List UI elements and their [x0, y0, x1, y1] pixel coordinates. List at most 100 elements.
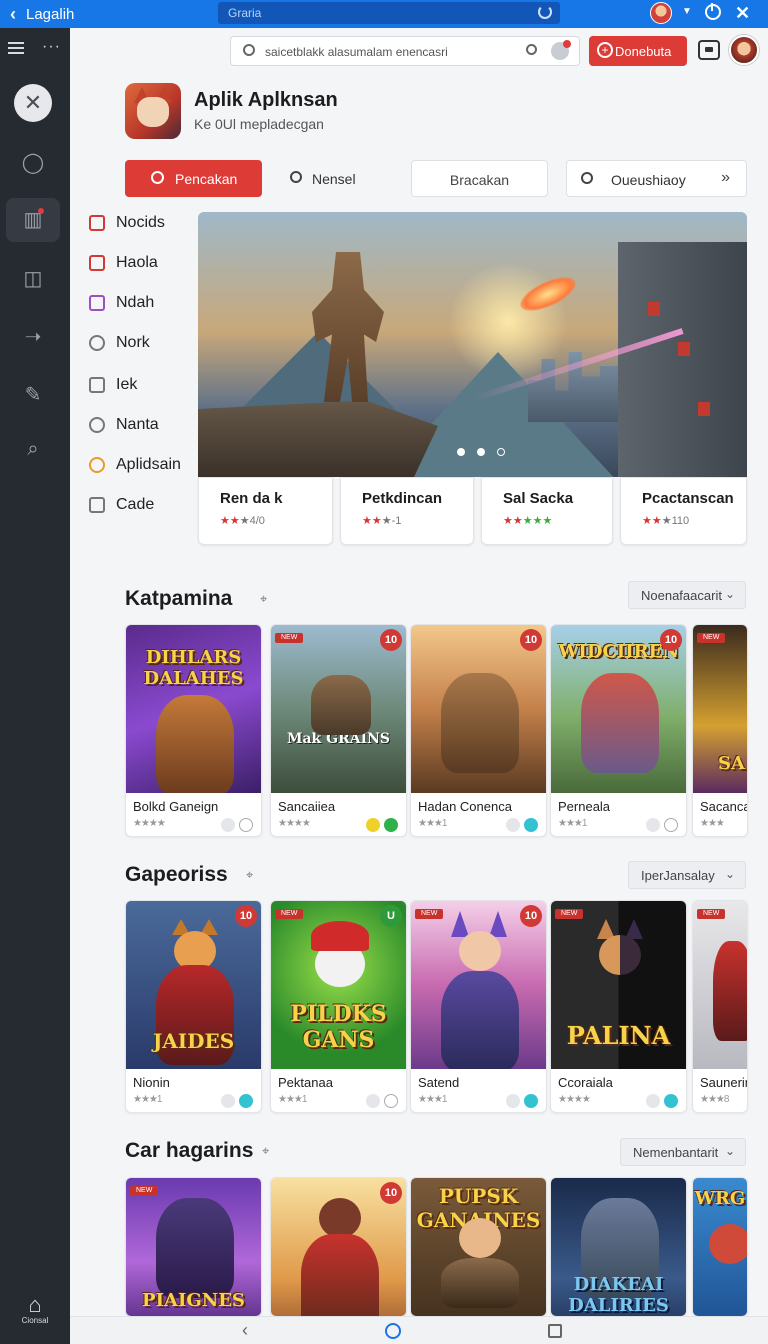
game-card[interactable]: NEW PIAIGNES: [125, 1177, 262, 1317]
checkbox-icon: [89, 497, 105, 513]
game-card[interactable]: DIHLARS DALAHES Bolkd Ganeign ★★★★: [125, 624, 262, 837]
url-bar[interactable]: Graria: [218, 2, 560, 24]
category-item[interactable]: Ndah: [88, 288, 198, 318]
featured-card-title: Ren da k: [220, 490, 283, 507]
home-icon[interactable]: [385, 1323, 401, 1339]
window-title: Lagalih: [26, 5, 75, 23]
search-input[interactable]: saicetblakk alasumalam enencasri: [230, 36, 580, 66]
share-icon[interactable]: ➝: [20, 324, 46, 350]
tab-search-label: Oueushiaoy: [611, 172, 686, 188]
close-panel-button[interactable]: ✕: [14, 84, 52, 122]
chevron-down-icon[interactable]: ▼: [682, 6, 692, 17]
section-title: Gapeoriss: [125, 863, 228, 886]
more-icon[interactable]: ···: [42, 38, 61, 56]
tab-secondary[interactable]: Nensel: [286, 160, 386, 197]
system-nav-bar: ‹: [70, 1316, 768, 1344]
tab-search[interactable]: Oueushiaoy »: [566, 160, 747, 197]
game-card[interactable]: NEW PALINA Ccoraiala ★★★★: [550, 900, 687, 1113]
sort-dropdown[interactable]: IperJansalay ⌄: [628, 861, 746, 889]
game-card[interactable]: JAIDES 10 Nionin ★★★1: [125, 900, 262, 1113]
featured-card[interactable]: Ren da k ★★★4/0: [198, 477, 333, 545]
featured-card[interactable]: Sal Sacka ★★★★★: [481, 477, 613, 545]
power-icon[interactable]: [705, 3, 721, 20]
page-title: Aplik Aplknsan: [194, 89, 338, 111]
donate-label: Donebuta: [615, 44, 672, 59]
rating: ★★★1: [133, 1094, 162, 1105]
recent-apps-icon[interactable]: [548, 1324, 562, 1338]
tab-secondary-label: Nensel: [312, 171, 356, 187]
category-item[interactable]: Nanta: [88, 410, 198, 440]
top-bar: ‹ Lagalih Graria ▼ ✕: [0, 0, 768, 28]
game-card[interactable]: NEW 10 Satend ★★★1: [410, 900, 547, 1113]
back-icon[interactable]: ‹: [242, 1320, 248, 1341]
search-placeholder: saicetblakk alasumalam enencasri: [265, 45, 448, 59]
count-badge: 10: [235, 905, 257, 927]
pin-icon[interactable]: ⌖: [260, 591, 267, 607]
featured-card-title: Pcactanscan: [642, 490, 734, 507]
sort-dropdown[interactable]: Nemenbantarit ⌄: [620, 1138, 746, 1166]
rating: ★★★110: [642, 515, 690, 527]
count-badge: 10: [660, 629, 682, 651]
home-icon: ⌂: [28, 1292, 42, 1317]
hero-banner[interactable]: [198, 212, 747, 477]
search-submit-icon[interactable]: [526, 44, 537, 55]
game-card[interactable]: NEW SA Sacanca ★★★: [692, 624, 748, 837]
category-item[interactable]: Nork: [88, 328, 198, 358]
game-card[interactable]: NEW Saunerin ★★★8: [692, 900, 748, 1113]
game-card[interactable]: WIDCIIREN 10 Perneala ★★★1: [550, 624, 687, 837]
chevron-down-icon: ⌄: [724, 1144, 735, 1158]
game-card[interactable]: PUPSK GANAINES: [410, 1177, 547, 1317]
category-item[interactable]: Iek: [88, 370, 198, 400]
featured-card[interactable]: Petkdincan ★★★-1: [340, 477, 474, 545]
game-card[interactable]: NEW Mak GRAINS 10 Sancaiiea ★★★★: [270, 624, 407, 837]
search-icon: [581, 172, 593, 184]
game-card[interactable]: DIAKEAI DALIRIES: [550, 1177, 687, 1317]
game-card[interactable]: 10 Hadan Conenca ★★★1: [410, 624, 547, 837]
back-icon[interactable]: ‹: [0, 4, 26, 25]
search-icon[interactable]: ◯: [20, 150, 46, 176]
rating: ★★★8: [700, 1094, 729, 1105]
layout-icon[interactable]: ◫: [20, 266, 46, 292]
game-card[interactable]: NEW PILDKS GANS U Pektanaa ★★★1: [270, 900, 407, 1113]
home-button[interactable]: ⌂ Cionsal: [14, 1292, 56, 1326]
section-title: Car hagarins: [125, 1139, 254, 1162]
category-item[interactable]: Cade: [88, 490, 198, 520]
section-title: Katpamina: [125, 587, 233, 610]
mail-icon: [89, 295, 105, 311]
category-item[interactable]: Haola: [88, 248, 198, 278]
chat-icon: [89, 335, 105, 351]
app-icon: [125, 83, 181, 139]
search-icon: [151, 171, 164, 184]
pin-icon[interactable]: ⌖: [262, 1143, 269, 1159]
pin-icon[interactable]: ⌖: [246, 867, 253, 883]
featured-card[interactable]: Pcactanscan ★★★110: [620, 477, 747, 545]
menu-icon[interactable]: [8, 42, 24, 54]
brush-icon[interactable]: ✎: [20, 382, 46, 408]
message-icon[interactable]: [698, 40, 720, 60]
rating: ★★★★★: [503, 515, 553, 527]
clock-icon: [89, 417, 105, 433]
sort-dropdown[interactable]: Noenafaacarit ⌄: [628, 581, 746, 609]
game-title: Sancaiiea: [278, 799, 336, 814]
donate-button[interactable]: + Donebuta: [589, 36, 687, 66]
category-item[interactable]: Nocids: [88, 208, 198, 238]
rating: ★★★1: [558, 818, 587, 829]
library-icon[interactable]: ▥: [6, 198, 60, 242]
rating: ★★★1: [278, 1094, 307, 1105]
rating: ★★★★: [133, 818, 166, 829]
game-card[interactable]: 10: [270, 1177, 407, 1317]
close-icon[interactable]: ✕: [735, 3, 750, 24]
notification-icon[interactable]: [551, 40, 571, 60]
mail-icon: [89, 215, 105, 231]
account-avatar[interactable]: [650, 2, 672, 24]
zoom-icon[interactable]: ⌕: [20, 438, 46, 464]
category-item[interactable]: Aplidsain: [88, 450, 198, 480]
game-title: Hadan Conenca: [418, 799, 512, 814]
user-avatar[interactable]: [729, 35, 759, 65]
tab-outline[interactable]: Bracakan: [411, 160, 548, 197]
refresh-icon[interactable]: [538, 5, 552, 19]
game-title: Nionin: [133, 1075, 170, 1090]
tab-primary[interactable]: Pencakan: [125, 160, 262, 197]
featured-card-title: Sal Sacka: [503, 490, 574, 507]
game-card[interactable]: WRG: [692, 1177, 748, 1317]
